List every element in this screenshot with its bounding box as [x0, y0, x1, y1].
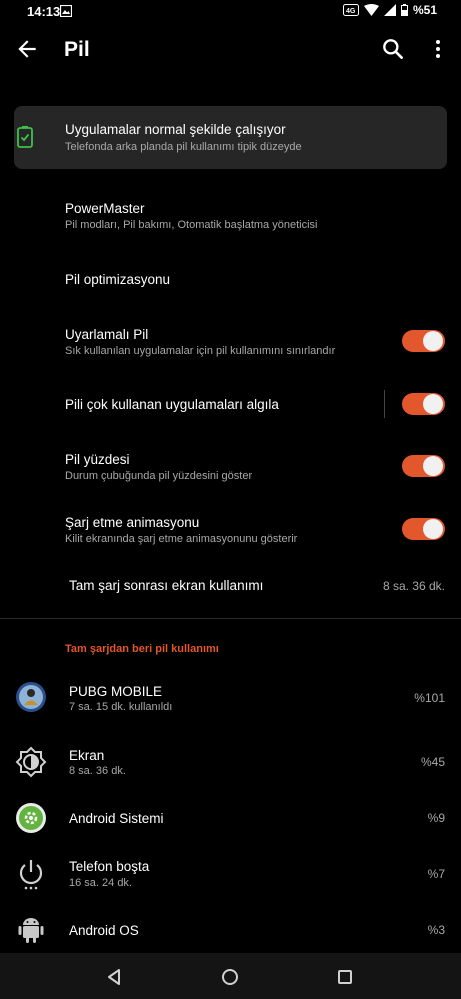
android-system-icon [16, 803, 46, 833]
app-bar: Pil [0, 24, 461, 76]
nav-recents-icon[interactable] [333, 965, 357, 989]
battery-percentage-toggle[interactable] [402, 455, 445, 477]
search-icon[interactable] [380, 36, 406, 62]
usage-name: Android Sistemi [69, 811, 164, 826]
usage-section-header: Tam şarjdan beri pil kullanımı [65, 643, 219, 655]
brightness-icon [15, 746, 47, 778]
status-icons: 4G %51 [342, 3, 437, 17]
adaptive-battery-toggle[interactable] [402, 330, 445, 352]
section-divider [0, 618, 461, 619]
battery-percentage-title: Pil yüzdesi [65, 452, 130, 467]
detect-heavy-apps-title: Pili çok kullanan uygulamaları algıla [65, 397, 279, 412]
navigation-bar [0, 953, 461, 999]
usage-name: Telefon boşta [69, 859, 150, 874]
usage-percent: %7 [427, 867, 445, 881]
svg-text:4G: 4G [346, 8, 356, 15]
card-subtitle: Telefonda arka planda pil kullanımı tipi… [65, 141, 302, 153]
android-icon [18, 918, 44, 943]
battery-status-icon [400, 4, 408, 16]
nav-home-icon[interactable] [218, 965, 242, 989]
divider [384, 390, 385, 418]
battery-optimization-title: Pil optimizasyonu [65, 272, 171, 287]
usage-name: PUBG MOBILE [69, 684, 163, 699]
powermaster-subtitle: Pil modları, Pil bakımı, Otomatik başlat… [65, 219, 318, 231]
battery-ok-icon [17, 126, 33, 148]
back-arrow-icon[interactable] [14, 36, 40, 62]
usage-percent: %101 [414, 691, 445, 705]
charging-animation-title: Şarj etme animasyonu [65, 515, 200, 530]
status-bar: 14:13 4G %51 [0, 0, 461, 24]
adaptive-battery-subtitle: Sık kullanılan uygulamalar için pil kull… [65, 345, 336, 357]
signal-icon [383, 4, 396, 16]
battery-percentage-subtitle: Durum çubuğunda pil yüzdesini göster [65, 470, 253, 482]
usage-detail: 7 sa. 15 dk. kullanıldı [69, 701, 173, 713]
card-title: Uygulamalar normal şekilde çalışıyor [65, 122, 286, 137]
charging-animation-subtitle: Kilit ekranında şarj etme animasyonunu g… [65, 533, 298, 545]
usage-name: Android OS [69, 923, 139, 938]
charging-animation-toggle[interactable] [402, 518, 445, 540]
battery-percentage: %51 [412, 3, 437, 17]
pubg-icon [16, 682, 46, 712]
more-options-icon[interactable] [426, 36, 450, 62]
gallery-notification-icon [60, 5, 72, 17]
screen-usage-title: Tam şarj sonrası ekran kullanımı [69, 578, 264, 593]
nav-back-icon[interactable] [102, 965, 126, 989]
usage-percent: %45 [420, 755, 445, 769]
usage-detail: 8 sa. 36 dk. [69, 765, 126, 777]
status-time: 14:13 [27, 4, 61, 19]
usage-percent: %9 [427, 811, 445, 825]
screen-usage-value: 8 sa. 36 dk. [382, 579, 445, 593]
usage-name: Ekran [69, 748, 105, 763]
detect-heavy-apps-toggle[interactable] [402, 393, 445, 415]
battery-status-card[interactable]: Uygulamalar normal şekilde çalışıyor Tel… [14, 106, 447, 169]
wifi-icon [363, 4, 379, 16]
volte-icon: 4G [342, 4, 359, 16]
usage-percent: %3 [427, 923, 445, 937]
adaptive-battery-title: Uyarlamalı Pil [65, 327, 149, 342]
page-title: Pil [64, 38, 90, 61]
power-icon [19, 860, 43, 890]
powermaster-title: PowerMaster [65, 201, 145, 216]
usage-detail: 16 sa. 24 dk. [69, 877, 132, 889]
